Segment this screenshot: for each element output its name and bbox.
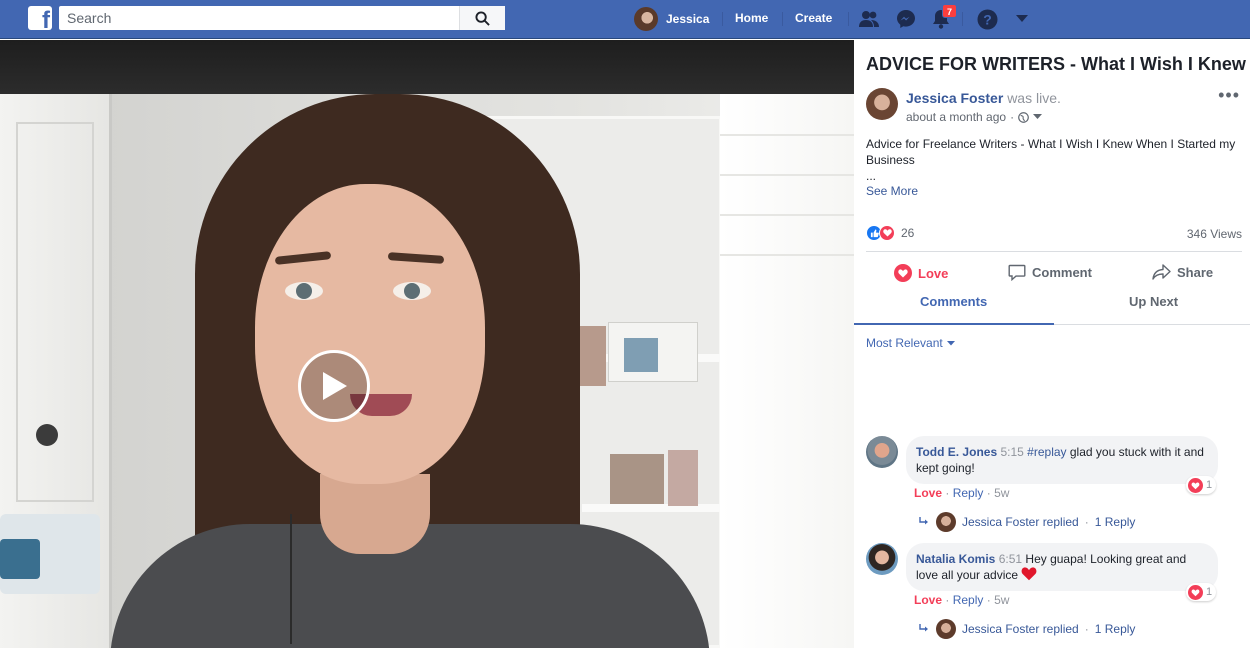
author-status: was live. <box>1007 90 1061 106</box>
tab-up-next[interactable]: Up Next <box>1129 294 1178 309</box>
svg-text:?: ? <box>983 11 992 27</box>
help-icon[interactable]: ? <box>975 7 999 31</box>
comment-sort-dropdown[interactable]: Most Relevant <box>866 336 955 350</box>
share-icon <box>1152 264 1171 280</box>
comment-love-link[interactable]: Love <box>914 486 942 500</box>
reaction-count: 26 <box>901 226 915 240</box>
reaction-summary[interactable]: 26 <box>866 225 914 241</box>
video-letterbox <box>0 40 854 94</box>
commenter-name-link[interactable]: Natalia Komis <box>916 552 995 566</box>
home-link[interactable]: Home <box>735 11 768 25</box>
view-count: 346 Views <box>1186 227 1242 241</box>
video-title: ADVICE FOR WRITERS - What I Wish I Knew <box>866 54 1246 74</box>
comment-reaction-badge[interactable]: 1 <box>1186 476 1217 494</box>
divider <box>866 251 1242 252</box>
comment-video-timestamp[interactable]: 6:51 <box>999 552 1022 566</box>
nav-divider <box>722 12 723 26</box>
video-frame <box>0 94 854 648</box>
avatar <box>634 7 658 31</box>
play-icon <box>323 372 347 400</box>
comment-age[interactable]: 5w <box>994 486 1009 500</box>
profile-name: Jessica <box>666 12 710 26</box>
comment-icon <box>1008 264 1026 281</box>
post-description: Advice for Freelance Writers - What I Wi… <box>866 137 1236 183</box>
view-replies-link[interactable]: Jessica Foster replied · 1 Reply <box>918 619 1135 639</box>
author-avatar[interactable] <box>866 88 898 120</box>
search-input[interactable] <box>59 6 459 30</box>
create-link[interactable]: Create <box>795 11 832 25</box>
red-heart-emoji-icon <box>1022 567 1037 581</box>
friend-requests-icon[interactable] <box>857 7 881 31</box>
comment-reply-link[interactable]: Reply <box>953 486 984 500</box>
replier-avatar <box>936 512 956 532</box>
notification-count-badge: 7 <box>942 4 957 18</box>
comment-bubble: Todd E. Jones 5:15 #replay glad you stuc… <box>906 436 1218 484</box>
reply-arrow-icon <box>919 517 928 525</box>
comment-bubble: Natalia Komis 6:51 Hey guapa! Looking gr… <box>906 543 1218 591</box>
video-scene-window <box>720 94 854 648</box>
comment-reaction-badge[interactable]: 1 <box>1186 583 1217 601</box>
active-tab-indicator <box>854 323 1054 325</box>
comment-video-timestamp[interactable]: 5:15 <box>1000 445 1023 459</box>
search-button[interactable] <box>459 6 505 30</box>
profile-link[interactable]: Jessica <box>634 6 709 32</box>
comment-actions: Love · Reply · 5w <box>914 593 1010 607</box>
account-menu-chevron-down-icon[interactable] <box>1010 7 1034 31</box>
comment-age[interactable]: 5w <box>994 593 1009 607</box>
search-icon <box>475 10 490 26</box>
nav-divider <box>848 12 849 26</box>
commenter-name-link[interactable]: Todd E. Jones <box>916 445 997 459</box>
post-panel: ADVICE FOR WRITERS - What I Wish I Knew … <box>854 40 1250 648</box>
tab-comments[interactable]: Comments <box>920 294 987 309</box>
nav-divider <box>962 12 963 26</box>
commenter-avatar[interactable] <box>866 543 898 575</box>
comment-actions: Love · Reply · 5w <box>914 486 1010 500</box>
view-replies-link[interactable]: Jessica Foster replied · 1 Reply <box>918 512 1135 532</box>
search-box <box>59 6 505 30</box>
love-reaction-icon <box>1188 477 1203 493</box>
audience-chevron-down-icon[interactable] <box>1033 114 1043 120</box>
commenter-avatar[interactable] <box>866 436 898 468</box>
top-navigation-bar: f Jessica Home Create 7 ? <box>0 0 1250 39</box>
public-globe-icon[interactable] <box>1018 111 1029 123</box>
love-button[interactable]: Love <box>894 264 948 282</box>
comment-love-link[interactable]: Love <box>914 593 942 607</box>
love-reaction-icon <box>879 225 895 241</box>
chevron-down-icon <box>946 340 955 345</box>
comment-reply-link[interactable]: Reply <box>953 593 984 607</box>
see-more-link[interactable]: See More <box>866 184 918 198</box>
love-reaction-icon <box>1188 584 1203 600</box>
reply-arrow-icon <box>919 624 928 632</box>
post-timestamp[interactable]: about a month ago <box>906 110 1006 124</box>
post-meta: about a month ago · <box>906 110 1043 124</box>
comment-hashtag[interactable]: #replay <box>1027 445 1066 459</box>
nav-divider <box>782 12 783 26</box>
post-author-line: Jessica Foster was live. <box>906 90 1061 106</box>
facebook-logo-icon[interactable]: f <box>28 6 52 30</box>
share-button[interactable]: Share <box>1152 264 1213 280</box>
replier-avatar <box>936 619 956 639</box>
comment-button[interactable]: Comment <box>1008 264 1092 281</box>
play-button[interactable] <box>298 350 370 422</box>
author-name-link[interactable]: Jessica Foster <box>906 90 1003 106</box>
love-heart-icon <box>894 264 912 282</box>
more-options-icon[interactable]: ••• <box>1218 86 1240 104</box>
video-player[interactable] <box>0 40 854 648</box>
messenger-icon[interactable] <box>894 7 918 31</box>
